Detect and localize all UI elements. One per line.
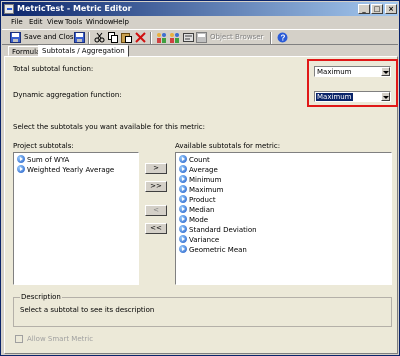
svg-text:?: ?	[281, 34, 286, 43]
list-item[interactable]: Standard Deviation	[179, 225, 257, 235]
list-item-label: Product	[189, 196, 216, 204]
list-item-label: Average	[189, 166, 218, 174]
copy-icon[interactable]	[108, 32, 119, 43]
subtotal-bullet-icon	[17, 165, 25, 173]
menu-file[interactable]: File	[11, 18, 23, 26]
dynamic-aggregation-label: Dynamic aggregation function:	[13, 91, 122, 99]
menu-view[interactable]: View	[47, 18, 64, 26]
list-item[interactable]: Product	[179, 195, 216, 205]
save-close-icon[interactable]	[10, 32, 21, 43]
description-text: Select a subtotal to see its description	[20, 306, 155, 314]
toolbar: Save and Close Object Browser ?	[2, 29, 398, 45]
save-and-close-button[interactable]: Save and Close	[24, 33, 78, 41]
list-item[interactable]: Variance	[179, 235, 219, 245]
title-bar: MetricTest - Metric Editor _ □ ×	[2, 2, 398, 16]
tab-strip: Formula Subtotals / Aggregation	[2, 45, 398, 57]
add-all-button[interactable]: >>	[145, 181, 167, 192]
maximize-button[interactable]: □	[371, 4, 383, 14]
available-subtotals-list[interactable]: Count Average Minimum Maximum Product Me…	[175, 152, 392, 285]
delete-icon[interactable]	[135, 32, 146, 43]
properties-icon[interactable]	[183, 32, 194, 43]
list-item[interactable]: Weighted Yearly Average	[17, 165, 114, 175]
list-item[interactable]: Maximum	[179, 185, 224, 195]
list-item-label: Weighted Yearly Average	[27, 166, 115, 174]
paste-icon[interactable]	[121, 32, 132, 43]
users-icon[interactable]	[156, 32, 167, 43]
list-item[interactable]: Count	[179, 155, 210, 165]
list-item-label: Geometric Mean	[189, 246, 247, 254]
subtotal-bullet-icon	[179, 245, 187, 253]
list-item-label: Variance	[189, 236, 220, 244]
subtotal-bullet-icon	[179, 175, 187, 183]
close-button[interactable]: ×	[385, 4, 397, 14]
description-group: Description Select a subtotal to see its…	[13, 293, 392, 327]
instructions-text: Select the subtotals you want available …	[13, 123, 206, 131]
allow-smart-metric-checkbox[interactable]	[15, 335, 23, 343]
subtotal-bullet-icon	[179, 235, 187, 243]
save-icon[interactable]	[74, 32, 85, 43]
list-item-label: Maximum	[189, 186, 224, 194]
help-icon[interactable]: ?	[277, 32, 288, 43]
list-item-label: Count	[189, 156, 210, 164]
app-icon	[4, 4, 14, 14]
list-item[interactable]: Average	[179, 165, 218, 175]
subtotal-bullet-icon	[179, 205, 187, 213]
add-button[interactable]: >	[145, 163, 167, 174]
metric-editor-window: MetricTest - Metric Editor _ □ × File Ed…	[0, 0, 400, 356]
menu-window[interactable]: Window	[86, 18, 114, 26]
subtotal-bullet-icon	[179, 215, 187, 223]
list-item[interactable]: Mode	[179, 215, 208, 225]
list-item[interactable]: Geometric Mean	[179, 245, 247, 255]
subtotal-bullet-icon	[179, 165, 187, 173]
subtotal-bullet-icon	[179, 185, 187, 193]
project-subtotals-label: Project subtotals:	[13, 142, 74, 150]
object-browser-icon[interactable]	[196, 32, 207, 43]
list-item[interactable]: Sum of WYA	[17, 155, 69, 165]
list-item-label: Mode	[189, 216, 209, 224]
cut-icon[interactable]	[94, 32, 105, 43]
toolbar-separator	[150, 32, 152, 44]
total-subtotal-label: Total subtotal function:	[13, 65, 94, 73]
project-subtotals-list[interactable]: Sum of WYA Weighted Yearly Average	[13, 152, 139, 285]
subtotal-bullet-icon	[179, 225, 187, 233]
minimize-button[interactable]: _	[358, 4, 370, 14]
highlight-box	[307, 59, 398, 107]
users-search-icon[interactable]	[169, 32, 180, 43]
list-item-label: Sum of WYA	[27, 156, 70, 164]
toolbar-separator	[88, 32, 90, 44]
list-item-label: Median	[189, 206, 215, 214]
tab-subtotals-aggregation[interactable]: Subtotals / Aggregation	[38, 45, 129, 57]
list-item[interactable]: Minimum	[179, 175, 221, 185]
list-item-label: Minimum	[189, 176, 222, 184]
menu-tools[interactable]: Tools	[65, 18, 82, 26]
toolbar-separator	[270, 32, 272, 44]
menu-bar: File Edit View Tools Window Help	[2, 16, 398, 29]
list-item[interactable]: Median	[179, 205, 214, 215]
object-browser-button[interactable]: Object Browser	[210, 33, 263, 41]
remove-all-button[interactable]: <<	[145, 223, 167, 234]
subtotal-bullet-icon	[17, 155, 25, 163]
menu-help[interactable]: Help	[113, 18, 129, 26]
description-title: Description	[20, 293, 62, 301]
subtotal-bullet-icon	[179, 155, 187, 163]
menu-edit[interactable]: Edit	[29, 18, 43, 26]
window-title: MetricTest - Metric Editor	[17, 4, 132, 13]
available-subtotals-label: Available subtotals for metric:	[175, 142, 281, 150]
subtotal-bullet-icon	[179, 195, 187, 203]
list-item-label: Standard Deviation	[189, 226, 257, 234]
subtotals-panel: Total subtotal function: Maximum Dynamic…	[4, 56, 398, 354]
remove-button[interactable]: <	[145, 205, 167, 216]
allow-smart-metric-label: Allow Smart Metric	[27, 335, 94, 343]
